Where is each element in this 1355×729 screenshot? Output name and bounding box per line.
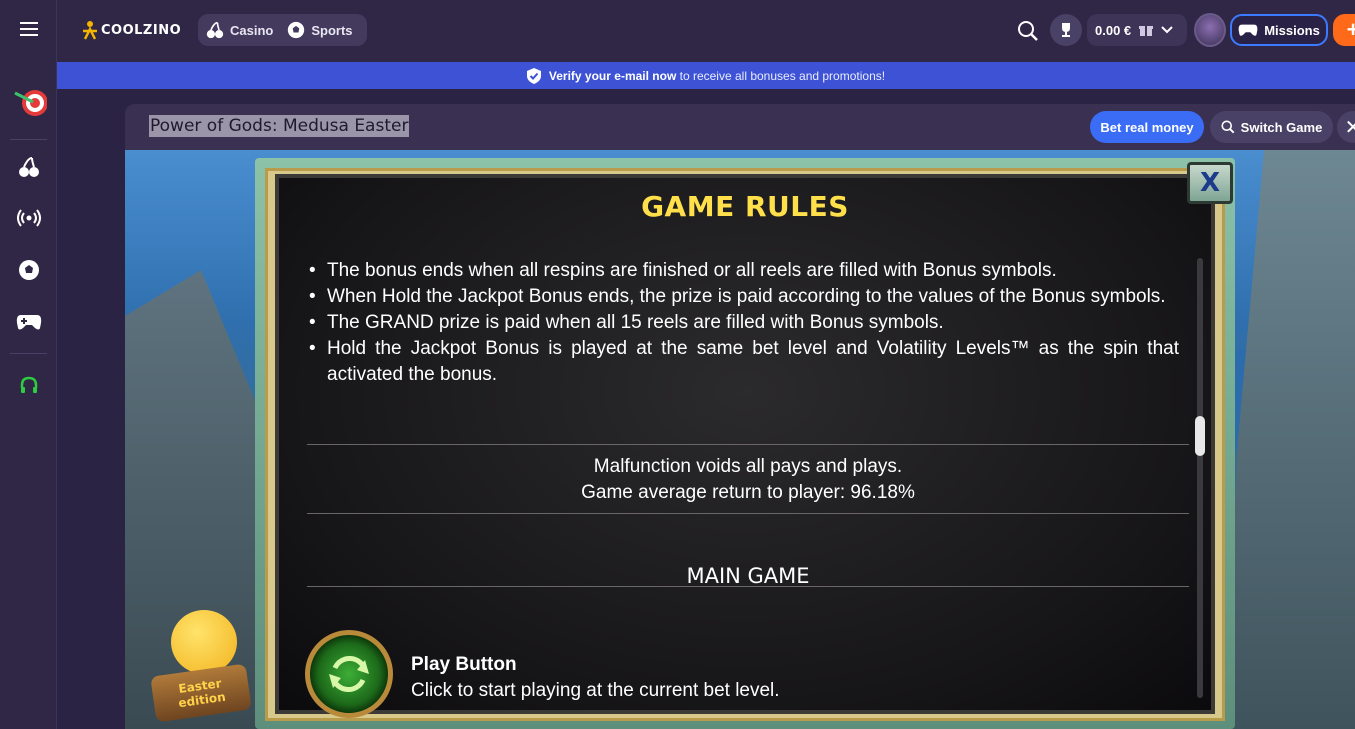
section-title-main-game: MAIN GAME (686, 564, 810, 588)
close-icon: ✕ (1344, 116, 1355, 139)
plus-icon: + (1346, 17, 1355, 42)
play-button-rule: Play Button Click to start playing at th… (305, 630, 1165, 718)
rules-list: The bonus ends when all respins are fini… (305, 258, 1179, 388)
divider (307, 444, 1189, 445)
chick-image (171, 610, 237, 674)
close-icon: X (1199, 168, 1221, 198)
gamepad-icon (1238, 24, 1258, 36)
rules-title: GAME RULES (641, 190, 849, 223)
support-headset-icon[interactable] (0, 373, 57, 399)
rule-item: Hold the Jackpot Bonus is played at the … (305, 336, 1179, 388)
play-button-description: Click to start playing at the current be… (411, 680, 780, 701)
main-nav: Casino Sports (198, 14, 367, 46)
missions-label: Missions (1264, 22, 1320, 38)
rules-close-button[interactable]: X (1187, 162, 1233, 204)
soccer-ball-icon[interactable] (0, 257, 57, 283)
bet-real-money-button[interactable]: Bet real money (1090, 111, 1204, 143)
gamepad-icon[interactable] (0, 309, 57, 335)
game-canvas[interactable]: GAME RULES The bonus ends when all respi… (125, 150, 1355, 729)
missions-button[interactable]: Missions (1230, 14, 1328, 46)
divider (307, 586, 1189, 587)
background-mountain (1225, 150, 1355, 729)
sidebar-divider (10, 353, 47, 354)
deposit-button[interactable]: + (1333, 14, 1355, 46)
nav-sports-label: Sports (311, 22, 353, 38)
nav-casino[interactable]: Casino (206, 21, 273, 39)
nav-sports[interactable]: Sports (287, 21, 353, 39)
search-icon[interactable] (1017, 20, 1039, 47)
sidebar-divider (10, 139, 47, 140)
close-game-button[interactable]: ✕ (1337, 111, 1355, 143)
divider (307, 513, 1189, 514)
sidebar (0, 0, 57, 729)
logo-text: COOLZINO (101, 22, 182, 38)
switch-game-label: Switch Game (1240, 119, 1323, 135)
easter-edition-badge: Easter edition (150, 610, 253, 723)
balance-dropdown[interactable]: 0.00 € (1087, 14, 1187, 46)
darts-target-icon[interactable] (0, 84, 57, 120)
trophy-icon (1062, 23, 1070, 37)
rule-item: The bonus ends when all respins are fini… (305, 258, 1179, 284)
cherry-icon (206, 21, 224, 39)
malfunction-note: Malfunction voids all pays and plays. (593, 456, 903, 477)
balance-amount: 0.00 € (1095, 22, 1132, 38)
gift-icon (1139, 26, 1154, 36)
game-title: Power of Gods: Medusa Easter (149, 115, 410, 137)
chevron-down-icon (1161, 26, 1173, 34)
avatar[interactable] (1194, 13, 1226, 47)
play-button-title: Play Button (411, 654, 517, 675)
switch-game-button[interactable]: Switch Game (1210, 111, 1333, 143)
nav-casino-label: Casino (230, 22, 274, 38)
banner-bold-text: Verify your e-mail now (548, 68, 677, 83)
shield-check-icon (526, 67, 541, 84)
rule-item: The GRAND prize is paid when all 15 reel… (305, 310, 1179, 336)
rule-item: When Hold the Jackpot Bonus ends, the pr… (305, 284, 1179, 310)
rtp-note: Game average return to player: 96.18% (581, 482, 915, 503)
trophy-button[interactable] (1050, 14, 1082, 46)
play-button-icon (305, 630, 393, 718)
cherry-icon[interactable] (0, 154, 57, 180)
rules-scrollbar[interactable] (1197, 258, 1203, 698)
live-broadcast-icon[interactable] (0, 205, 57, 231)
soccer-ball-icon (288, 21, 305, 39)
rules-scroll-thumb[interactable] (1195, 416, 1205, 456)
top-header: COOLZINO Casino Sports 0.00 € Missions + (57, 0, 1355, 62)
logo-mark-icon (83, 21, 97, 40)
banner-text: to receive all bonuses and promotions! (679, 68, 886, 83)
rules-panel: GAME RULES The bonus ends when all respi… (275, 174, 1215, 718)
easter-edition-label: Easter edition (150, 663, 252, 723)
search-icon (1221, 120, 1235, 134)
menu-icon[interactable] (0, 14, 57, 44)
logo[interactable]: COOLZINO (81, 20, 181, 40)
game-bar: Power of Gods: Medusa Easter Bet real mo… (125, 104, 1355, 150)
verify-email-banner[interactable]: Verify your e-mail now to receive all bo… (57, 62, 1355, 89)
